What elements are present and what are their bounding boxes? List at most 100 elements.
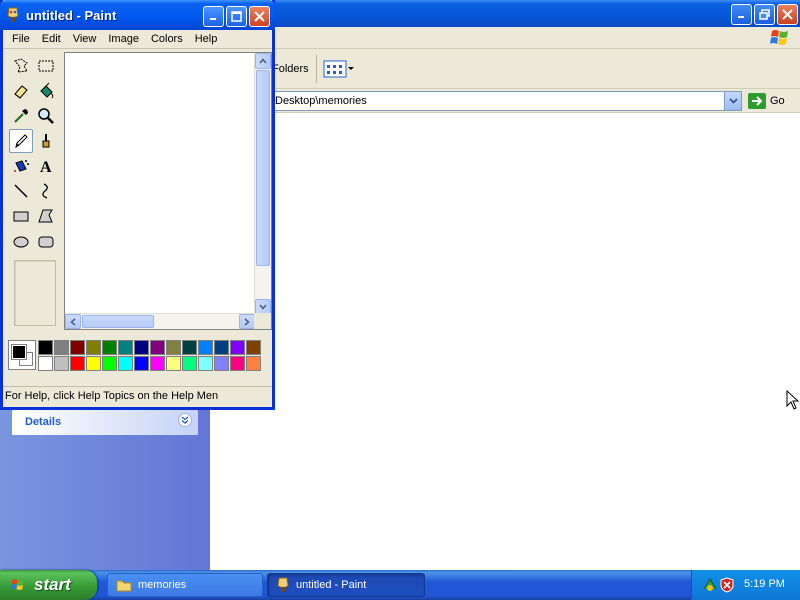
menu-edit[interactable]: Edit	[36, 33, 67, 45]
color-swatch[interactable]	[166, 340, 181, 355]
address-input[interactable]: Desktop\memories	[270, 91, 742, 111]
color-swatch[interactable]	[246, 356, 261, 371]
color-swatch[interactable]	[118, 340, 133, 355]
paint-minimize-button[interactable]	[203, 6, 224, 27]
color-swatch[interactable]	[70, 356, 85, 371]
color-swatch[interactable]	[54, 340, 69, 355]
chevron-up-icon	[259, 58, 267, 64]
paint-close-button[interactable]	[249, 6, 270, 27]
paint-maximize-button[interactable]	[226, 6, 247, 27]
pick-color-tool[interactable]	[9, 104, 33, 128]
vertical-scroll-thumb[interactable]	[256, 70, 270, 266]
double-chevron-down-icon	[181, 416, 189, 424]
expand-details-button[interactable]	[178, 413, 192, 427]
vertical-scrollbar[interactable]	[254, 53, 271, 315]
magnifier-icon	[38, 108, 54, 124]
magnifier-tool[interactable]	[34, 104, 58, 128]
scroll-left-button[interactable]	[65, 314, 81, 329]
line-icon	[14, 184, 28, 198]
details-panel-header[interactable]: Details	[12, 409, 198, 435]
fill-tool[interactable]	[34, 79, 58, 103]
network-icon[interactable]	[702, 577, 718, 593]
views-button[interactable]	[323, 59, 357, 79]
menu-colors[interactable]: Colors	[145, 33, 189, 45]
color-swatch[interactable]	[198, 356, 213, 371]
mouse-cursor-icon	[786, 390, 800, 410]
paint-bucket-icon	[40, 82, 54, 99]
menu-file[interactable]: File	[6, 33, 36, 45]
eyedropper-icon	[14, 109, 28, 123]
color-swatch[interactable]	[214, 356, 229, 371]
taskbar-item-paint[interactable]: untitled - Paint	[267, 573, 425, 597]
taskbar-item-memories[interactable]: memories	[107, 573, 263, 597]
color-swatch[interactable]	[134, 340, 149, 355]
airbrush-tool[interactable]	[9, 154, 33, 178]
color-swatch[interactable]	[38, 356, 53, 371]
menu-image[interactable]: Image	[102, 33, 145, 45]
rectangle-icon	[13, 211, 29, 222]
color-swatch[interactable]	[54, 356, 69, 371]
free-form-select-tool[interactable]	[9, 54, 33, 78]
color-swatch[interactable]	[230, 340, 245, 355]
color-swatch[interactable]	[166, 356, 181, 371]
polygon-tool[interactable]	[34, 204, 58, 228]
pencil-tool[interactable]	[9, 129, 33, 153]
color-swatch[interactable]	[182, 356, 197, 371]
folders-button[interactable]: Folders	[272, 63, 309, 75]
line-tool[interactable]	[9, 179, 33, 203]
tool-options-panel[interactable]	[14, 260, 56, 326]
color-swatch[interactable]	[246, 340, 261, 355]
brush-icon	[42, 134, 50, 148]
menu-help[interactable]: Help	[189, 33, 224, 45]
brush-tool[interactable]	[34, 129, 58, 153]
select-tool[interactable]	[34, 54, 58, 78]
rounded-rectangle-tool[interactable]	[34, 229, 58, 253]
explorer-close-button[interactable]	[777, 4, 798, 25]
paint-app-icon	[7, 7, 19, 22]
polygon-icon	[38, 209, 53, 223]
rectangle-tool[interactable]	[9, 204, 33, 228]
color-swatch[interactable]	[86, 356, 101, 371]
color-swatch[interactable]	[150, 356, 165, 371]
paint-menubar: File Edit View Image Colors Help	[3, 30, 272, 49]
address-dropdown-button[interactable]	[724, 92, 741, 110]
color-swatch[interactable]	[86, 340, 101, 355]
color-swatch[interactable]	[150, 340, 165, 355]
text-tool[interactable]: A	[34, 154, 58, 178]
curve-tool[interactable]	[34, 179, 58, 203]
drawing-canvas[interactable]	[68, 56, 254, 314]
eraser-icon	[14, 85, 28, 99]
ellipse-tool[interactable]	[9, 229, 33, 253]
minimize-icon	[738, 16, 744, 18]
paint-title-bar[interactable]: untitled - Paint	[0, 0, 275, 30]
color-swatch[interactable]	[102, 340, 117, 355]
color-swatch[interactable]	[198, 340, 213, 355]
start-label: start	[34, 575, 71, 594]
foreground-color-swatch	[11, 344, 27, 360]
taskbar: start memories untitled - Paint 5:19 PM	[0, 570, 800, 600]
go-button[interactable]: Go	[748, 92, 785, 110]
color-swatch[interactable]	[214, 340, 229, 355]
color-swatch[interactable]	[38, 340, 53, 355]
scroll-up-button[interactable]	[255, 53, 271, 69]
color-swatch[interactable]	[118, 356, 133, 371]
eraser-tool[interactable]	[9, 79, 33, 103]
color-swatch[interactable]	[230, 356, 245, 371]
color-swatch[interactable]	[102, 356, 117, 371]
color-swatch[interactable]	[134, 356, 149, 371]
explorer-restore-button[interactable]	[754, 4, 775, 25]
horizontal-scroll-thumb[interactable]	[82, 315, 154, 328]
explorer-minimize-button[interactable]	[731, 4, 752, 25]
security-shield-icon[interactable]	[720, 577, 734, 593]
menu-view[interactable]: View	[67, 33, 103, 45]
start-button[interactable]: start	[0, 570, 97, 600]
scroll-right-button[interactable]	[239, 314, 255, 329]
rect-select-icon	[38, 60, 54, 72]
color-swatch[interactable]	[70, 340, 85, 355]
windows-flag-icon	[10, 579, 24, 590]
color-swatch[interactable]	[182, 340, 197, 355]
horizontal-scrollbar[interactable]	[65, 313, 255, 329]
windows-logo-icon	[770, 30, 788, 45]
ellipse-icon	[13, 236, 29, 248]
go-arrow-icon	[748, 93, 766, 109]
